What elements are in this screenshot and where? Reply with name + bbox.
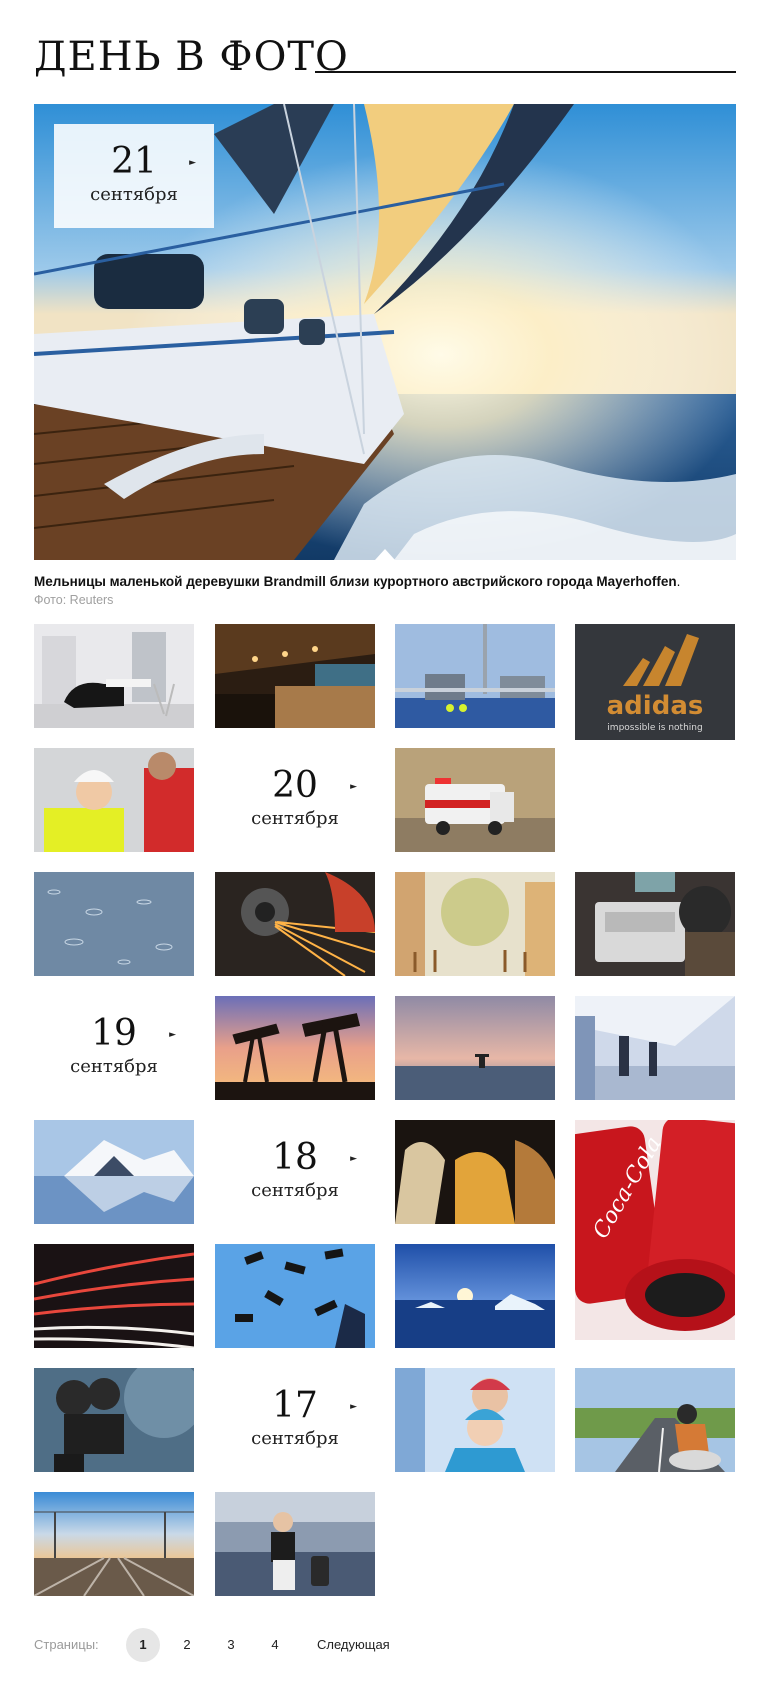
- date-month: сентября: [251, 808, 339, 829]
- next-page-link[interactable]: Следующая: [317, 1637, 390, 1652]
- photo-thumb-railway[interactable]: [34, 1492, 194, 1596]
- photo-thumb-ambulance[interactable]: [395, 748, 555, 852]
- date-card-17[interactable]: 17 сентября ►: [215, 1368, 375, 1472]
- caret-right-icon: ►: [350, 782, 357, 792]
- photo-thumb-light-trails[interactable]: [34, 1244, 194, 1348]
- photo-thumb-radio-studio[interactable]: [575, 872, 735, 976]
- page-link-2[interactable]: 2: [170, 1628, 204, 1662]
- date-month: сентября: [251, 1428, 339, 1449]
- adidas-logo-text: adidas: [607, 691, 704, 721]
- photo-thumb-oil-pumps[interactable]: [215, 996, 375, 1100]
- hero-caption-pointer: [375, 549, 395, 560]
- photo-thumb-restaurant[interactable]: [215, 624, 375, 728]
- photo-thumb-iceberg-mountains[interactable]: [34, 1120, 194, 1224]
- hero-caption: Мельницы маленькой деревушки Brandmill б…: [34, 573, 736, 591]
- photo-thumb-painting[interactable]: [395, 872, 555, 976]
- date-month: сентября: [70, 1056, 158, 1077]
- photo-thumb-film-projector[interactable]: [34, 1368, 194, 1472]
- photo-thumb-dancers[interactable]: [395, 1120, 555, 1224]
- hero-caption-end: .: [676, 574, 681, 589]
- hero-date-card[interactable]: 21 сентября ►: [54, 124, 214, 228]
- date-card-18[interactable]: 18 сентября ►: [215, 1120, 375, 1224]
- photo-thumb-graduation-caps[interactable]: [215, 1244, 375, 1348]
- date-card-19[interactable]: 19 сентября ►: [34, 996, 194, 1100]
- caret-right-icon: ►: [169, 1030, 176, 1040]
- photo-thumb-workers[interactable]: [34, 748, 194, 852]
- page-link-4[interactable]: 4: [258, 1628, 292, 1662]
- hero-credit: Фото: Reuters: [34, 593, 114, 607]
- photo-thumb-airport-hall[interactable]: [575, 996, 735, 1100]
- photo-thumb-arctic-sunset[interactable]: [395, 1244, 555, 1348]
- photo-thumb-rain[interactable]: [34, 872, 194, 976]
- caret-right-icon: ►: [350, 1154, 357, 1164]
- photo-thumb-scooter-road[interactable]: [575, 1368, 735, 1472]
- photo-thumb-sea-rig[interactable]: [395, 996, 555, 1100]
- pagination-label: Страницы:: [34, 1637, 99, 1652]
- page-title: ДЕНЬ В ФОТО: [34, 34, 349, 80]
- photo-thumb-industrial-pipes[interactable]: [395, 624, 555, 728]
- photo-thumb-interior[interactable]: [34, 624, 194, 728]
- date-month: сентября: [90, 184, 178, 205]
- date-month: сентября: [251, 1180, 339, 1201]
- photo-thumb-airport-woman[interactable]: [215, 1492, 375, 1596]
- caret-right-icon: ►: [189, 158, 196, 168]
- title-divider: [315, 71, 736, 73]
- page-link-1[interactable]: 1: [126, 1628, 160, 1662]
- photo-thumb-coca-cola[interactable]: Coca-Cola: [575, 1120, 735, 1340]
- pagination: Страницы: 1 2 3 4 Следующая: [34, 1628, 736, 1662]
- hero-caption-text: Мельницы маленькой деревушки Brandmill б…: [34, 574, 677, 589]
- page-link-3[interactable]: 3: [214, 1628, 248, 1662]
- adidas-slogan: impossible is nothing: [607, 723, 702, 733]
- caret-right-icon: ►: [350, 1402, 357, 1412]
- date-card-20[interactable]: 20 сентября ►: [215, 748, 375, 852]
- photo-thumb-grinder-sparks[interactable]: [215, 872, 375, 976]
- photo-thumb-winter-couple[interactable]: [395, 1368, 555, 1472]
- photo-thumb-adidas[interactable]: adidas impossible is nothing: [575, 624, 735, 844]
